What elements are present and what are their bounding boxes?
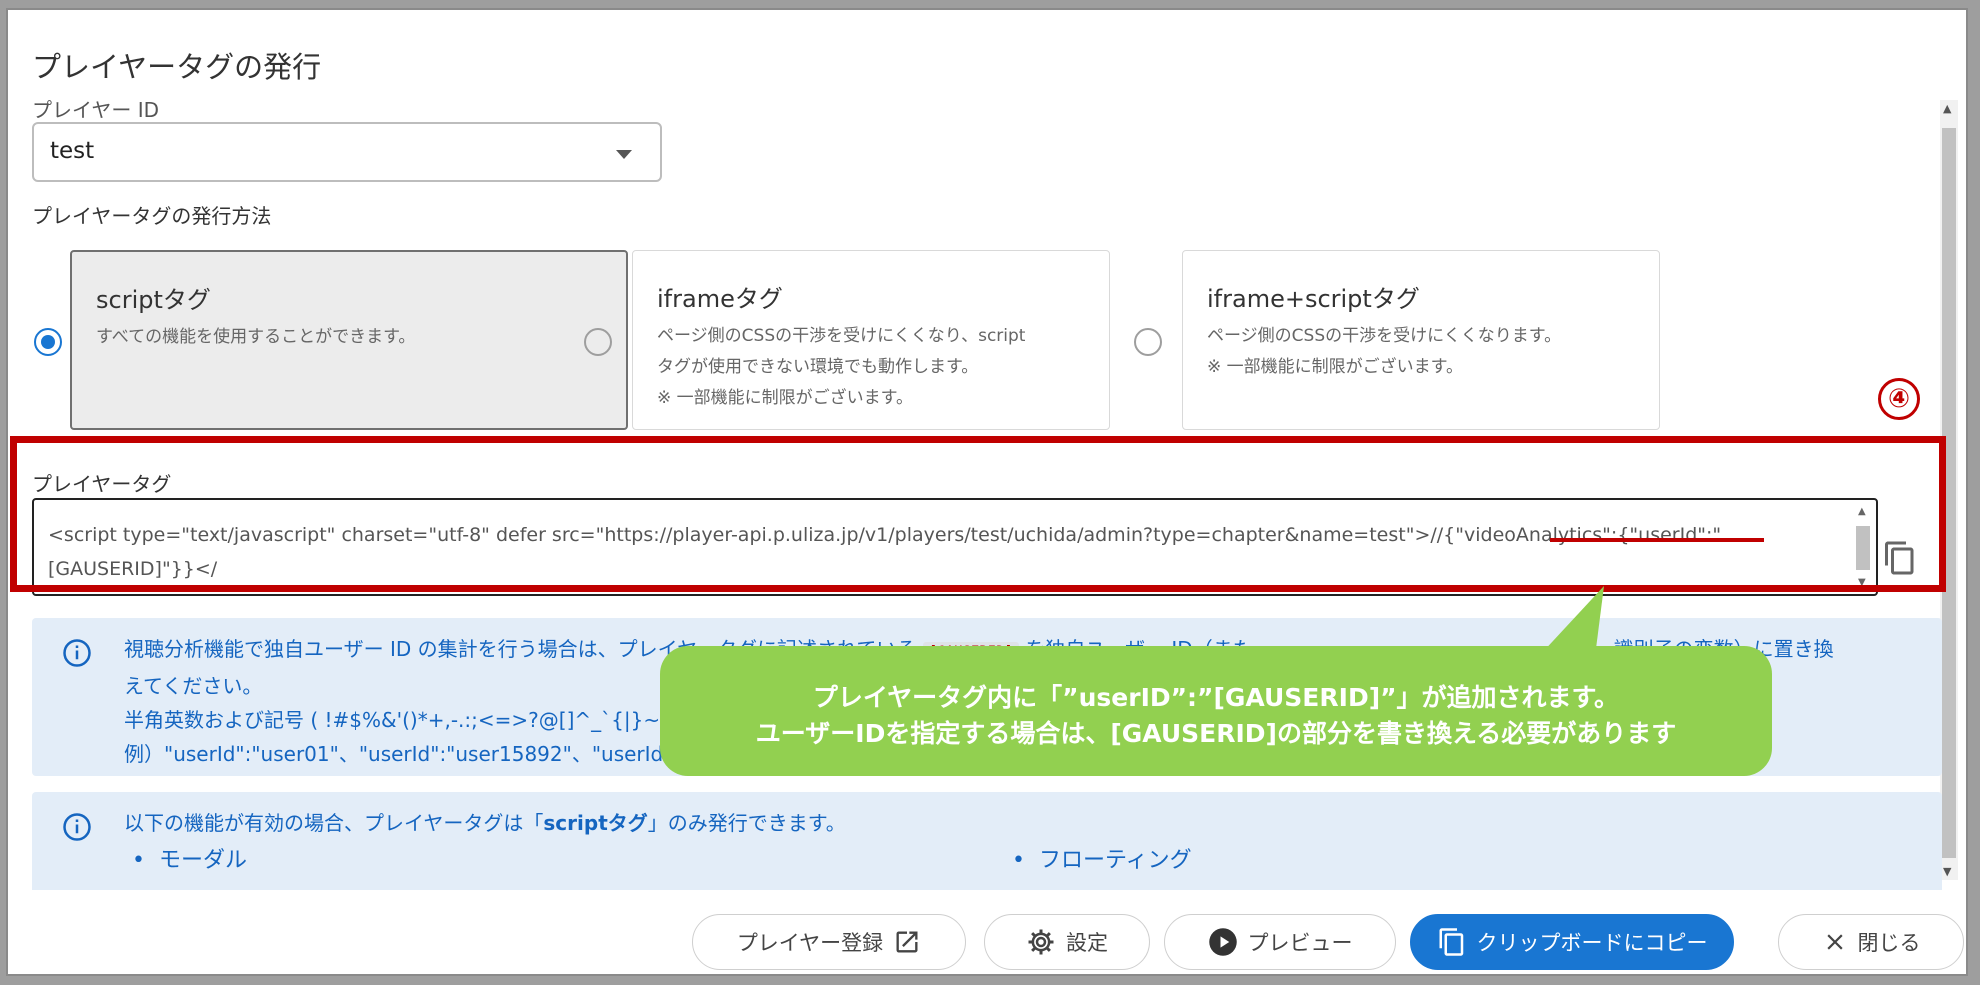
copy-to-clipboard-button[interactable]: クリップボードにコピー (1410, 914, 1734, 970)
info-icon (63, 639, 91, 667)
radio-iframe[interactable] (584, 328, 612, 356)
annotation-highlight-box (10, 436, 1946, 592)
option-card-iframe[interactable]: iframeタグ ページ側のCSSの干渉を受けにくくなり、script タグが使… (632, 250, 1110, 430)
radio-script[interactable] (34, 328, 62, 356)
dialog-title: プレイヤータグの発行 (32, 50, 322, 84)
radio-iframe-script[interactable] (1134, 328, 1162, 356)
gear-icon (1028, 929, 1054, 955)
chevron-down-icon (616, 150, 632, 159)
player-id-label: プレイヤー ID (32, 98, 160, 122)
annotation-callout: プレイヤータグ内に「”userID”:”[GAUSERID]”」が追加されます。… (660, 646, 1772, 776)
option-title: scriptタグ (96, 286, 211, 314)
info-icon (63, 813, 91, 841)
list-item: • フローティング (1012, 848, 1192, 873)
option-card-script[interactable]: scriptタグ すべての機能を使用することができます。 (70, 250, 628, 430)
info-text: 以下の機能が有効の場合、プレイヤータグは「scriptタグ」のみ発行できます。 (124, 811, 846, 835)
close-icon (1826, 934, 1843, 950)
option-title: iframeタグ (657, 285, 783, 313)
list-item: • モーダル (132, 848, 247, 873)
close-button[interactable]: 閉じる (1778, 914, 1964, 970)
copy-icon (1439, 928, 1463, 956)
play-icon (1208, 928, 1237, 956)
player-register-button[interactable]: プレイヤー登録 (692, 914, 966, 970)
annotation-number: ④ (1878, 378, 1920, 420)
annotation-underline (1550, 538, 1764, 542)
callout-line: ユーザーIDを指定する場合は、[GAUSERID]の部分を書き換える必要がありま… (755, 719, 1677, 748)
external-link-icon (896, 931, 918, 953)
option-title: iframe+scriptタグ (1207, 285, 1420, 313)
option-desc: ページ側のCSSの干渉を受けにくくなります。 ※ 一部機能に制限がございます。 (1207, 326, 1562, 377)
settings-button[interactable]: 設定 (984, 914, 1150, 970)
method-label: プレイヤータグの発行方法 (32, 204, 272, 228)
scroll-up-icon[interactable]: ▲ (1943, 102, 1951, 115)
option-card-iframe-script[interactable]: iframe+scriptタグ ページ側のCSSの干渉を受けにくくなります。 ※… (1182, 250, 1660, 430)
scroll-down-icon[interactable]: ▼ (1943, 865, 1951, 878)
callout-line: プレイヤータグ内に「”userID”:”[GAUSERID]”」が追加されます。 (812, 683, 1620, 712)
option-desc: ページ側のCSSの干渉を受けにくくなり、script タグが使用できない環境でも… (657, 326, 1026, 408)
player-id-value: test (50, 138, 95, 164)
player-id-select[interactable]: test (32, 122, 662, 182)
option-desc: すべての機能を使用することができます。 (96, 327, 416, 347)
preview-button[interactable]: プレビュー (1164, 914, 1396, 970)
